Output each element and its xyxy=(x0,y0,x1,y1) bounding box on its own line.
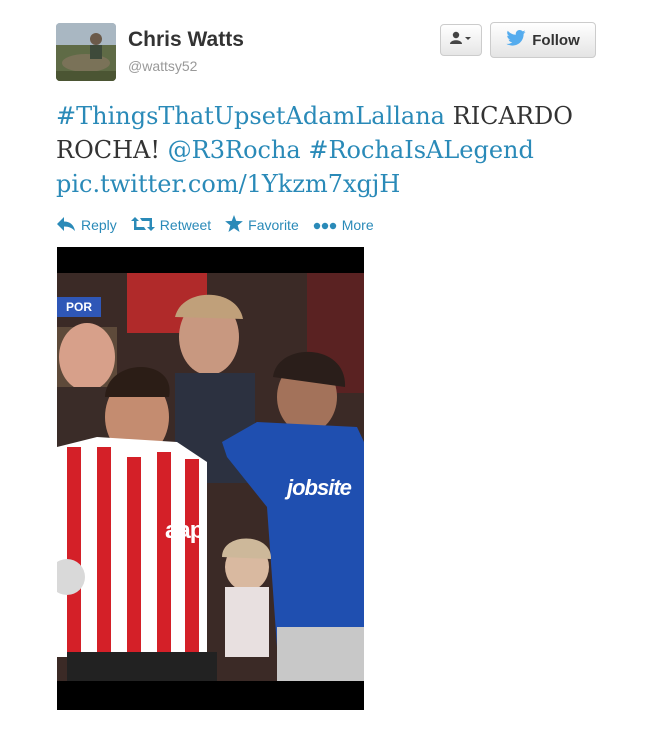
twitter-bird-icon xyxy=(506,30,526,50)
tweet-photo[interactable]: POR aap jobsite xyxy=(57,247,364,710)
retweet-label: Retweet xyxy=(159,217,212,233)
favorite-button[interactable]: Favorite xyxy=(225,215,299,235)
mention-link[interactable]: @R3Rocha xyxy=(168,136,301,164)
media-link[interactable]: pic.twitter.com/1Ykzm7xgjH xyxy=(56,170,400,198)
ellipsis-icon xyxy=(313,217,342,233)
reply-button[interactable]: Reply xyxy=(56,216,117,235)
user-handle[interactable]: @wattsy52 xyxy=(128,58,197,74)
reply-arrow-icon xyxy=(56,216,81,235)
user-silhouette-icon xyxy=(450,31,472,50)
shirt-sponsor-left: aap xyxy=(165,517,204,544)
tweet-actions: Reply Retweet Favorite More xyxy=(56,212,388,238)
star-icon xyxy=(225,215,248,235)
shirt-sponsor-right: jobsite xyxy=(287,475,352,500)
hashtag-link[interactable]: #ThingsThatUpsetAdamLallana xyxy=(56,102,445,130)
follow-button[interactable]: Follow xyxy=(490,22,596,58)
avatar[interactable] xyxy=(56,23,116,81)
user-actions-dropdown[interactable] xyxy=(440,24,482,56)
favorite-label: Favorite xyxy=(248,217,299,233)
more-button[interactable]: More xyxy=(313,217,374,233)
score-badge: POR xyxy=(57,297,101,317)
more-label: More xyxy=(341,217,374,233)
follow-label: Follow xyxy=(532,31,580,49)
retweet-button[interactable]: Retweet xyxy=(130,216,212,235)
retweet-icon xyxy=(130,216,160,235)
user-full-name[interactable]: Chris Watts xyxy=(128,28,244,52)
tweet-text: #ThingsThatUpsetAdamLallana RICARDO ROCH… xyxy=(56,99,596,201)
reply-label: Reply xyxy=(81,217,117,233)
tweet-card: Chris Watts @wattsy52 Follow #ThingsThat… xyxy=(0,0,650,735)
hashtag-link[interactable]: #RochaIsALegend xyxy=(308,136,534,164)
